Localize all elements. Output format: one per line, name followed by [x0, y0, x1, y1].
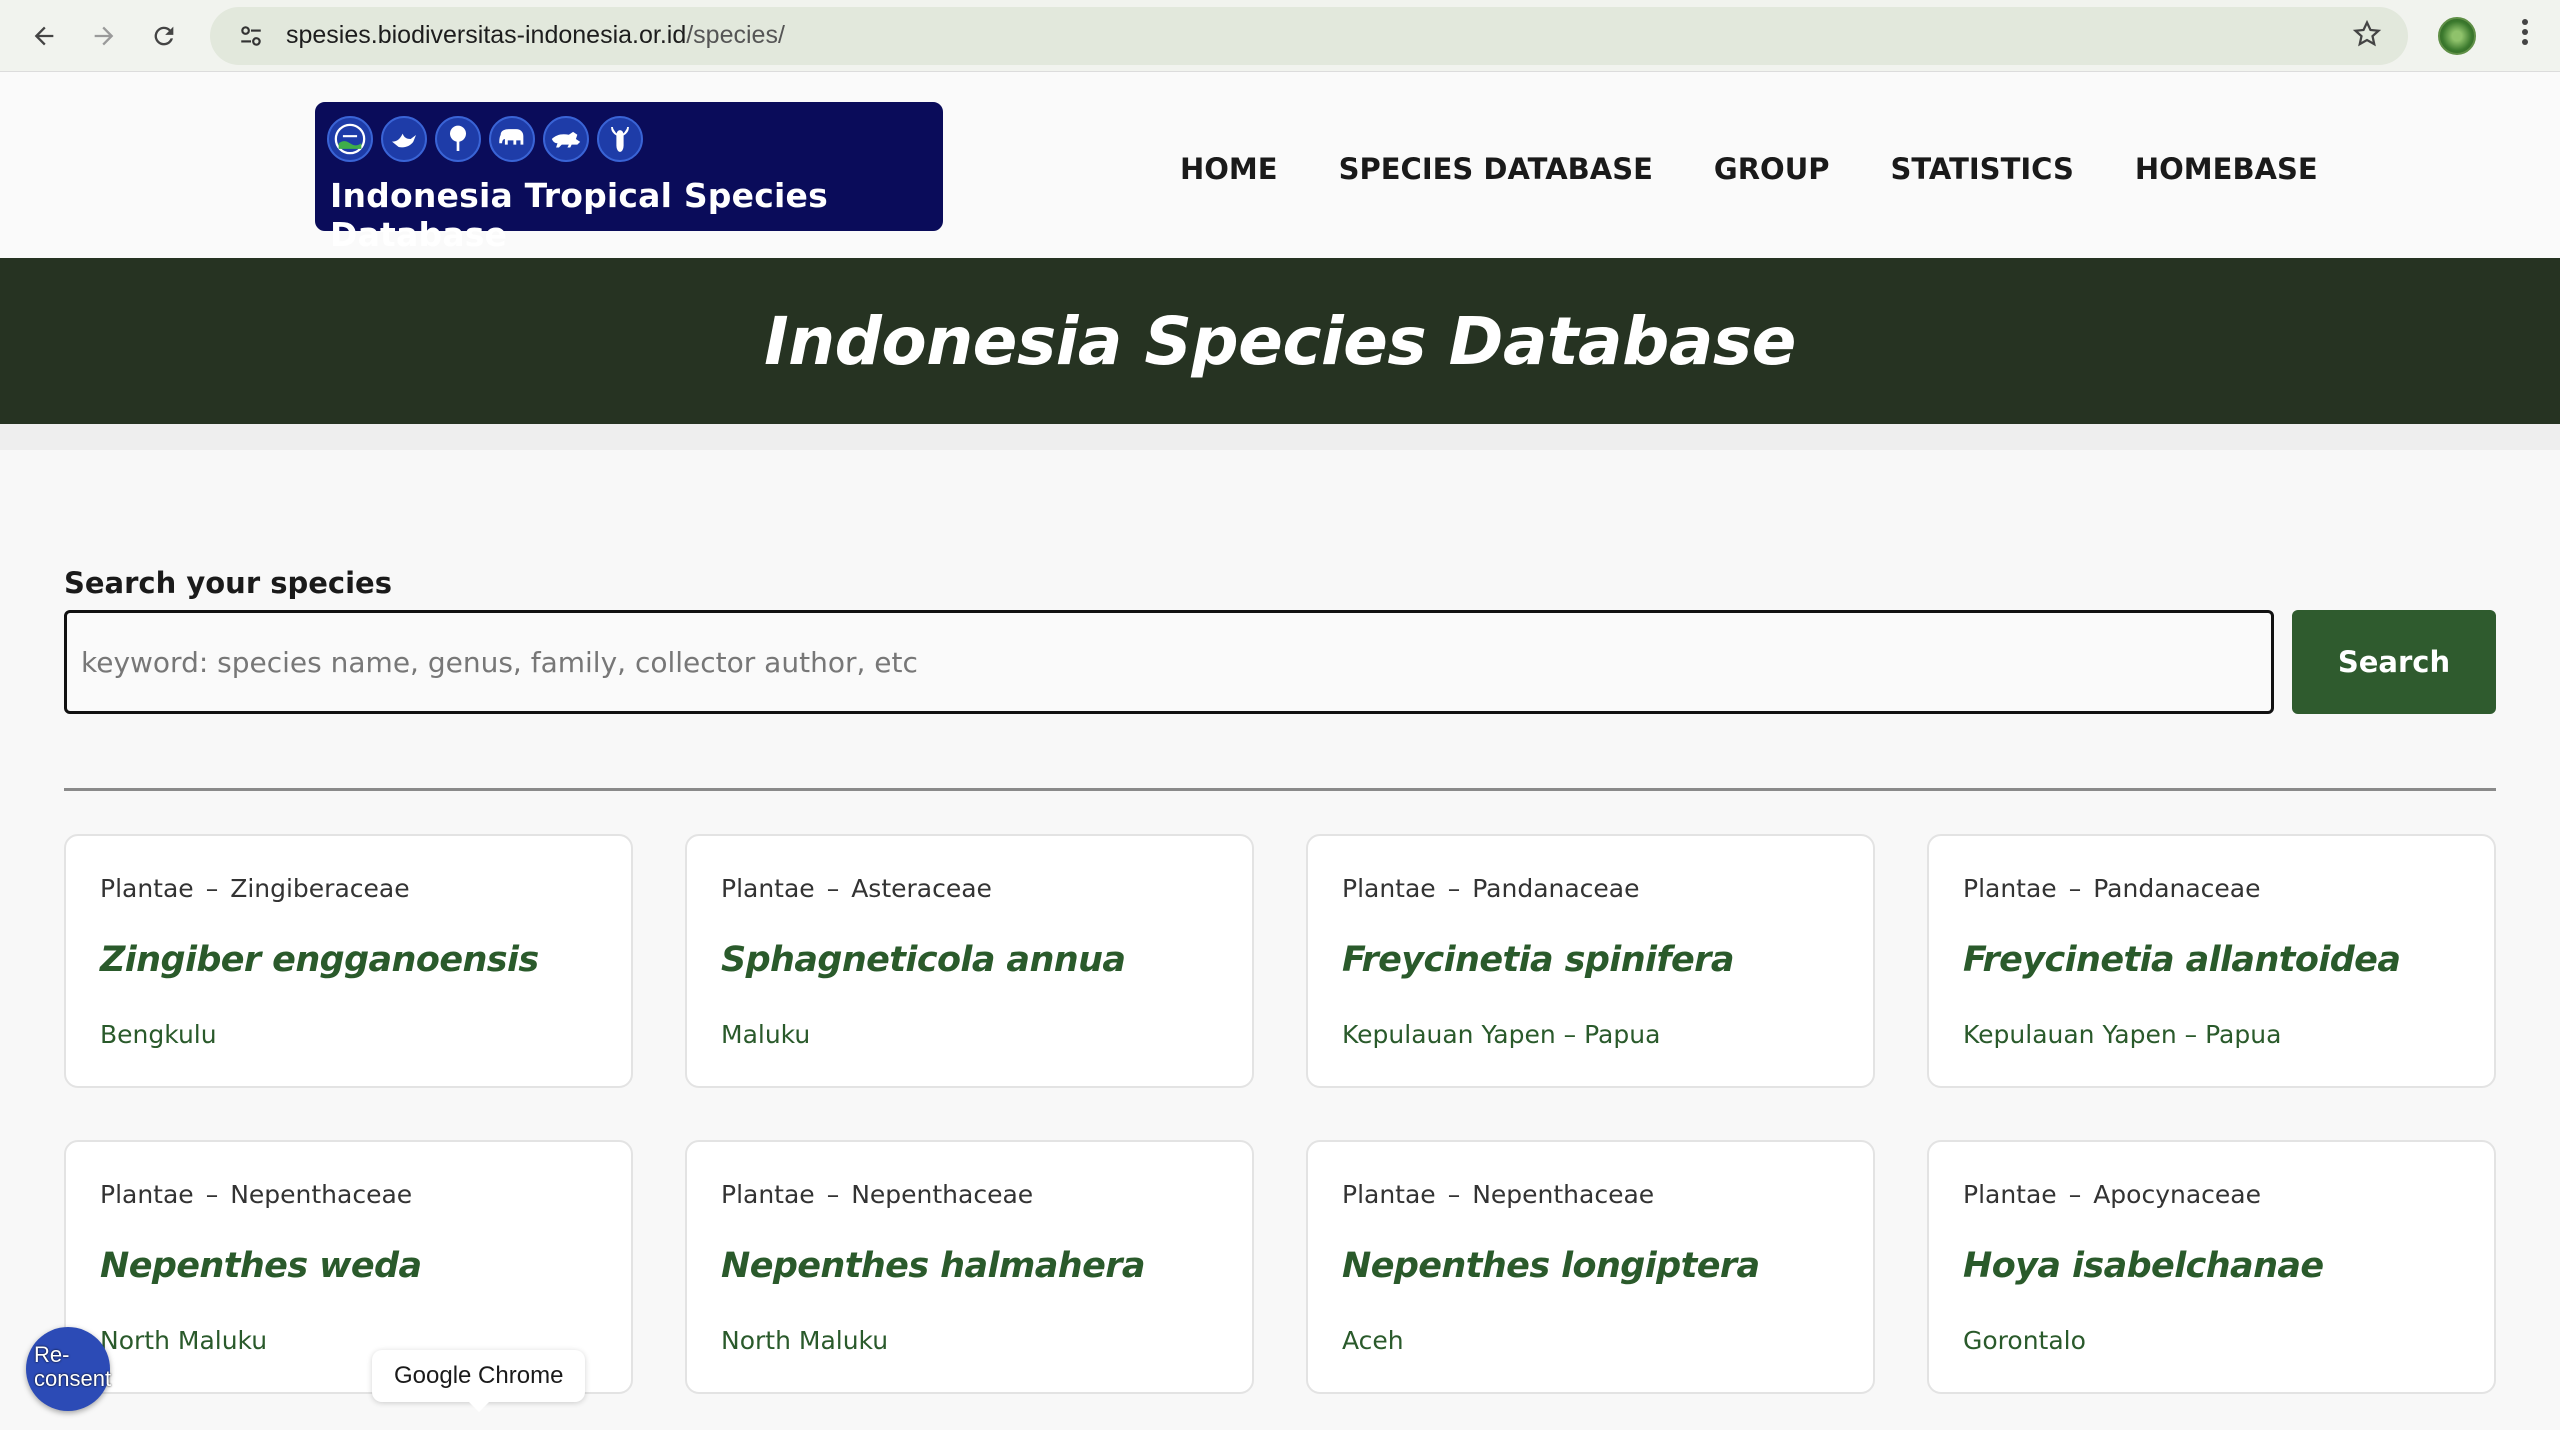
site-info-icon[interactable] — [234, 19, 268, 53]
card-family: Nepenthaceae — [851, 1180, 1034, 1209]
species-card[interactable]: Plantae – Pandanaceae Freycinetia allantoi… — [1927, 834, 2496, 1088]
reconsent-button[interactable]: Re-consent — [26, 1327, 112, 1411]
card-taxonomy: Plantae – Nepenthaceae — [721, 1180, 1033, 1209]
nav-species-database[interactable]: SPECIES DATABASE — [1339, 152, 1653, 186]
url-text: spesies.biodiversitas-indonesia.or.id/sp… — [286, 21, 785, 50]
section-divider — [64, 788, 2496, 791]
card-taxonomy: Plantae – Nepenthaceae — [1342, 1180, 1654, 1209]
card-species-name[interactable]: Zingiber engganoensis — [100, 940, 539, 980]
card-location: Kepulauan Yapen – Papua — [1342, 1020, 1661, 1049]
reconsent-label: Re-consent — [34, 1342, 112, 1391]
page-title: Indonesia Species Database — [764, 302, 1796, 380]
logo-icon-row — [327, 116, 643, 162]
search-input[interactable] — [64, 610, 2274, 714]
card-taxonomy: Plantae – Zingiberaceae — [100, 874, 410, 903]
card-separator: – — [1447, 1180, 1461, 1209]
page-banner: Indonesia Species Database — [0, 258, 2560, 424]
browser-toolbar: spesies.biodiversitas-indonesia.or.id/sp… — [0, 0, 2560, 72]
main-nav: HOME SPECIES DATABASE GROUP STATISTICS H… — [1180, 152, 2379, 186]
search-section: Search your species Search — [64, 566, 2496, 714]
card-family: Asteraceae — [851, 874, 992, 903]
card-species-name[interactable]: Sphagneticola annua — [721, 940, 1126, 980]
card-separator: – — [826, 874, 840, 903]
card-separator: – — [2068, 1180, 2082, 1209]
card-species-name[interactable]: Freycinetia spinifera — [1342, 940, 1734, 980]
card-kingdom: Plantae — [1963, 1180, 2057, 1209]
profile-avatar-icon[interactable] — [2438, 16, 2476, 55]
lobster-icon — [597, 116, 643, 162]
url-host: spesies.biodiversitas-indonesia.or.id — [286, 21, 687, 49]
tree-icon — [435, 116, 481, 162]
bookmark-star-icon[interactable] — [2352, 19, 2382, 57]
card-family: Pandanaceae — [2093, 874, 2261, 903]
site-header: Indonesia Tropical Species Database HOME… — [0, 72, 2560, 258]
card-species-name[interactable]: Hoya isabelchanae — [1963, 1246, 2324, 1286]
forward-arrow-icon[interactable] — [80, 12, 128, 60]
nav-statistics[interactable]: STATISTICS — [1891, 152, 2074, 186]
search-button[interactable]: Search — [2292, 610, 2496, 714]
card-kingdom: Plantae — [721, 1180, 815, 1209]
chrome-tooltip: Google Chrome — [372, 1350, 586, 1412]
card-separator: – — [2068, 874, 2082, 903]
card-taxonomy: Plantae – Apocynaceae — [1963, 1180, 2261, 1209]
card-separator: – — [205, 874, 219, 903]
landscape-icon — [327, 116, 373, 162]
card-separator: – — [826, 1180, 840, 1209]
site-logo[interactable]: Indonesia Tropical Species Database — [315, 102, 943, 254]
card-kingdom: Plantae — [1342, 1180, 1436, 1209]
logo-title: Indonesia Tropical Species Database — [330, 176, 828, 254]
search-row: Search — [64, 610, 2496, 714]
bird-icon — [381, 116, 427, 162]
card-kingdom: Plantae — [100, 874, 194, 903]
tiger-icon — [543, 116, 589, 162]
card-location: North Maluku — [100, 1326, 268, 1355]
kebab-menu-icon[interactable] — [2510, 17, 2540, 55]
species-card[interactable]: Plantae – Pandanaceae Freycinetia spinifer… — [1306, 834, 1875, 1088]
elephant-icon — [489, 116, 535, 162]
banner-strip — [0, 424, 2560, 450]
species-card[interactable]: Plantae – Zingiberaceae Zingiber engganoen… — [64, 834, 633, 1088]
card-species-name[interactable]: Nepenthes weda — [100, 1246, 422, 1286]
card-kingdom: Plantae — [721, 874, 815, 903]
card-location: Gorontalo — [1963, 1326, 2086, 1355]
search-label: Search your species — [64, 566, 392, 600]
species-card[interactable]: Plantae – Asteraceae Sphagneticola annua M… — [685, 834, 1254, 1088]
card-separator: – — [1447, 874, 1461, 903]
card-species-name[interactable]: Freycinetia allantoidea — [1963, 940, 2401, 980]
card-taxonomy: Plantae – Pandanaceae — [1963, 874, 2261, 903]
card-family: Pandanaceae — [1472, 874, 1640, 903]
species-card[interactable]: Plantae – Nepenthaceae Nepenthes longipter… — [1306, 1140, 1875, 1394]
species-grid: Plantae – Zingiberaceae Zingiber engganoen… — [64, 834, 2496, 1394]
address-bar[interactable]: spesies.biodiversitas-indonesia.or.id/sp… — [210, 6, 2408, 65]
nav-group[interactable]: GROUP — [1714, 152, 1830, 186]
card-family: Zingiberaceae — [230, 874, 410, 903]
species-card[interactable]: Plantae – Apocynaceae Hoya isabelchanae Go… — [1927, 1140, 2496, 1394]
card-kingdom: Plantae — [1963, 874, 2057, 903]
nav-home[interactable]: HOME — [1180, 152, 1278, 186]
card-family: Apocynaceae — [2093, 1180, 2262, 1209]
card-kingdom: Plantae — [100, 1180, 194, 1209]
card-taxonomy: Plantae – Nepenthaceae — [100, 1180, 412, 1209]
card-location: Bengkulu — [100, 1020, 217, 1049]
reload-icon[interactable] — [140, 12, 188, 60]
nav-homebase[interactable]: HOMEBASE — [2135, 152, 2318, 186]
card-separator: – — [205, 1180, 219, 1209]
card-taxonomy: Plantae – Asteraceae — [721, 874, 992, 903]
card-location: North Maluku — [721, 1326, 889, 1355]
card-family: Nepenthaceae — [230, 1180, 413, 1209]
card-species-name[interactable]: Nepenthes halmahera — [721, 1246, 1146, 1286]
card-family: Nepenthaceae — [1472, 1180, 1655, 1209]
card-species-name[interactable]: Nepenthes longiptera — [1342, 1246, 1760, 1286]
card-location: Kepulauan Yapen – Papua — [1963, 1020, 2282, 1049]
url-path: /species/ — [686, 21, 785, 49]
card-location: Aceh — [1342, 1326, 1404, 1355]
back-arrow-icon[interactable] — [20, 12, 68, 60]
card-taxonomy: Plantae – Pandanaceae — [1342, 874, 1640, 903]
card-location: Maluku — [721, 1020, 811, 1049]
card-kingdom: Plantae — [1342, 874, 1436, 903]
species-card[interactable]: Plantae – Nepenthaceae Nepenthes halmahera… — [685, 1140, 1254, 1394]
